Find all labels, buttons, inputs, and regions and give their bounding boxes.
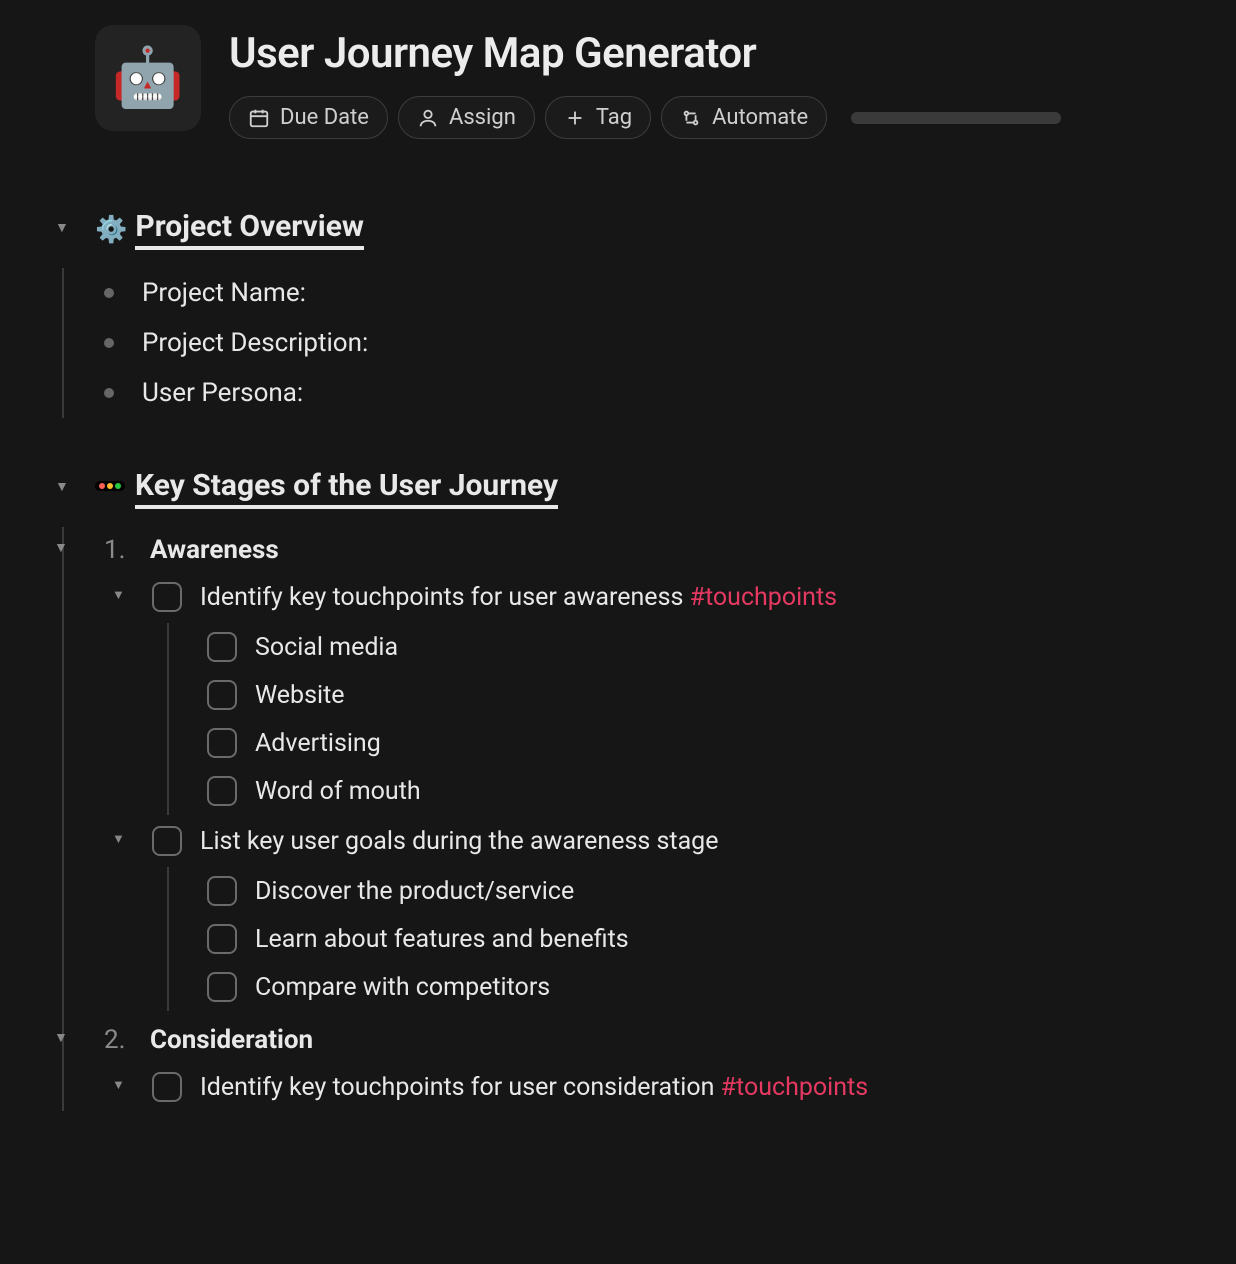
list-item[interactable]: Project Name: [104,268,1236,318]
task-text: Identify key touchpoints for user consid… [200,1073,868,1102]
due-date-label: Due Date [280,105,369,130]
subtask-text: Compare with competitors [255,973,550,1002]
subtask-text: Discover the product/service [255,877,574,906]
hashtag[interactable]: #touchpoints [690,583,838,612]
bullet-icon [104,388,114,398]
automate-button[interactable]: Automate [661,96,827,139]
stage-number: 1. [104,535,126,565]
checkbox[interactable] [207,972,237,1002]
automate-label: Automate [712,105,808,130]
list-item[interactable]: Project Description: [104,318,1236,368]
assign-button[interactable]: Assign [398,96,535,139]
plus-icon [564,107,586,129]
hashtag[interactable]: #touchpoints [721,1073,869,1102]
bullet-text: Project Name: [142,278,306,308]
subtask-row[interactable]: Social media [207,623,1236,671]
tag-label: Tag [596,105,632,130]
subtask-row[interactable]: Website [207,671,1236,719]
subtask-row[interactable]: Word of mouth [207,767,1236,815]
section-heading-stages[interactable]: Key Stages of the User Journey [95,468,1236,509]
subtask-row[interactable]: Compare with competitors [207,963,1236,1011]
collapse-caret-icon[interactable]: ▼ [54,1029,68,1046]
assign-label: Assign [449,105,516,130]
collapse-caret-icon[interactable]: ▼ [55,219,69,236]
checkbox[interactable] [207,876,237,906]
stage-heading-consideration[interactable]: ▼ 2. Consideration [104,1017,1236,1063]
subtask-text: Website [255,681,345,710]
collapse-caret-icon[interactable]: ▼ [112,831,125,847]
collapse-caret-icon[interactable]: ▼ [54,539,68,556]
bullet-icon [104,288,114,298]
subtask-row[interactable]: Discover the product/service [207,867,1236,915]
stage-label: Consideration [150,1025,313,1055]
task-row[interactable]: ▼ Identify key touchpoints for user awar… [152,573,1236,621]
page-icon[interactable]: 🤖 [95,25,201,131]
bullet-text: User Persona: [142,378,303,408]
stage-number: 2. [104,1025,126,1055]
task-text: List key user goals during the awareness… [200,827,718,856]
calendar-icon [248,107,270,129]
task-row[interactable]: ▼ List key user goals during the awarene… [152,817,1236,865]
task-row[interactable]: ▼ Identify key touchpoints for user cons… [152,1063,1236,1111]
stage-heading-awareness[interactable]: ▼ 1. Awareness [104,527,1236,573]
subtask-text: Learn about features and benefits [255,925,629,954]
checkbox[interactable] [207,728,237,758]
section-heading-overview[interactable]: ⚙️ Project Overview [95,209,1236,250]
checkbox[interactable] [207,776,237,806]
bullet-icon [104,338,114,348]
list-item[interactable]: User Persona: [104,368,1236,418]
section-title: Key Stages of the User Journey [135,468,558,509]
checkbox[interactable] [152,1072,182,1102]
checkbox[interactable] [207,680,237,710]
tag-button[interactable]: Tag [545,96,651,139]
gear-icon: ⚙️ [95,215,127,245]
checkbox[interactable] [152,582,182,612]
collapse-caret-icon[interactable]: ▼ [112,587,125,603]
section-title: Project Overview [135,209,364,250]
subtask-text: Word of mouth [255,777,421,806]
stage-label: Awareness [150,535,279,565]
checkbox[interactable] [207,632,237,662]
traffic-light-icon [95,481,125,491]
subtask-row[interactable]: Advertising [207,719,1236,767]
placeholder-bar [851,112,1061,124]
collapse-caret-icon[interactable]: ▼ [112,1077,125,1093]
checkbox[interactable] [152,826,182,856]
subtask-row[interactable]: Learn about features and benefits [207,915,1236,963]
page-title[interactable]: User Journey Map Generator [229,29,1236,78]
automate-icon [680,107,702,129]
due-date-button[interactable]: Due Date [229,96,388,139]
checkbox[interactable] [207,924,237,954]
collapse-caret-icon[interactable]: ▼ [55,478,69,495]
task-text: Identify key touchpoints for user awaren… [200,583,837,612]
subtask-text: Advertising [255,729,381,758]
bullet-text: Project Description: [142,328,368,358]
subtask-text: Social media [255,633,398,662]
person-icon [417,107,439,129]
